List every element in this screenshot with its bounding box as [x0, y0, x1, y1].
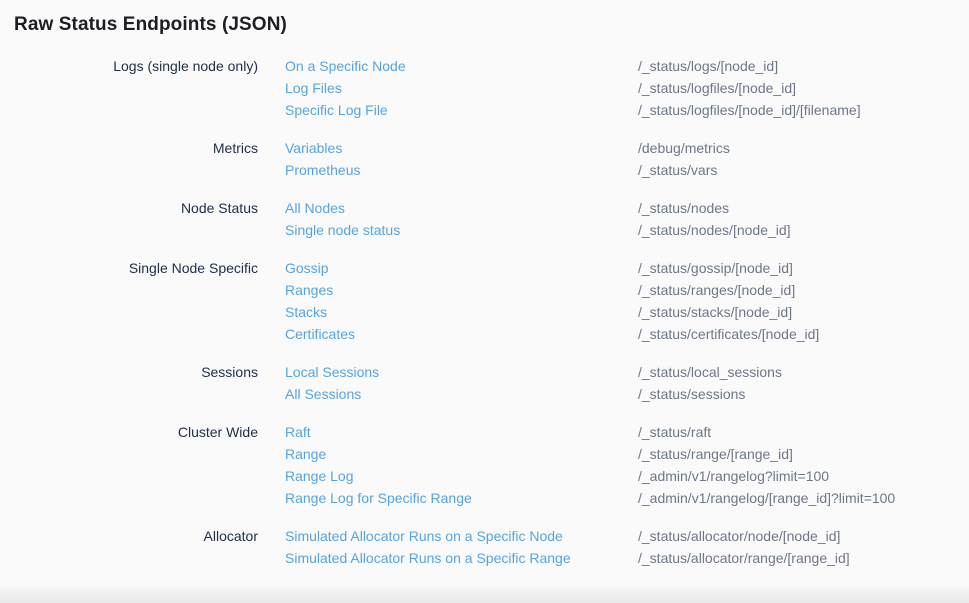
endpoint-path: /_status/local_sessions: [638, 361, 782, 383]
endpoint-link[interactable]: Ranges: [285, 279, 638, 301]
section-rows: Gossip /_status/gossip/[node_id] Ranges …: [285, 257, 819, 345]
footer-strip: [0, 587, 969, 603]
endpoint-link[interactable]: Variables: [285, 137, 638, 159]
section-rows: On a Specific Node /_status/logs/[node_i…: [285, 55, 861, 121]
endpoint-path: /_status/allocator/node/[node_id]: [638, 525, 840, 547]
endpoint-row: Stacks /_status/stacks/[node_id]: [285, 301, 819, 323]
endpoint-row: Gossip /_status/gossip/[node_id]: [285, 257, 819, 279]
section-category-label: Single Node Specific: [0, 257, 258, 279]
endpoint-section: Cluster Wide Raft /_status/raft Range /_…: [0, 421, 969, 509]
endpoint-link[interactable]: On a Specific Node: [285, 55, 638, 77]
endpoint-row: All Nodes /_status/nodes: [285, 197, 791, 219]
endpoint-row: Log Files /_status/logfiles/[node_id]: [285, 77, 861, 99]
endpoint-row: Single node status /_status/nodes/[node_…: [285, 219, 791, 241]
endpoint-link[interactable]: Certificates: [285, 323, 638, 345]
endpoint-path: /_status/certificates/[node_id]: [638, 323, 819, 345]
endpoint-row: All Sessions /_status/sessions: [285, 383, 782, 405]
section-category-label: Cluster Wide: [0, 421, 258, 443]
endpoint-link[interactable]: Range Log for Specific Range: [285, 487, 638, 509]
endpoint-section: Metrics Variables /debug/metrics Prometh…: [0, 137, 969, 181]
endpoint-link[interactable]: Gossip: [285, 257, 638, 279]
section-category-label: Logs (single node only): [0, 55, 258, 77]
endpoint-row: Range /_status/range/[range_id]: [285, 443, 895, 465]
endpoint-link[interactable]: Specific Log File: [285, 99, 638, 121]
endpoint-row: Ranges /_status/ranges/[node_id]: [285, 279, 819, 301]
endpoint-link[interactable]: Raft: [285, 421, 638, 443]
endpoint-link[interactable]: Simulated Allocator Runs on a Specific N…: [285, 525, 638, 547]
endpoint-section: Logs (single node only) On a Specific No…: [0, 55, 969, 121]
endpoint-section: Node Status All Nodes /_status/nodes Sin…: [0, 197, 969, 241]
section-category-label: Node Status: [0, 197, 258, 219]
section-category-label: Sessions: [0, 361, 258, 383]
endpoint-row: Range Log for Specific Range /_admin/v1/…: [285, 487, 895, 509]
endpoint-path: /_status/range/[range_id]: [638, 443, 793, 465]
endpoint-row: Range Log /_admin/v1/rangelog?limit=100: [285, 465, 895, 487]
endpoint-path: /_status/vars: [638, 159, 717, 181]
endpoint-row: Variables /debug/metrics: [285, 137, 730, 159]
endpoint-link[interactable]: Range Log: [285, 465, 638, 487]
endpoint-path: /_status/sessions: [638, 383, 745, 405]
endpoint-link[interactable]: Stacks: [285, 301, 638, 323]
section-category-label: Allocator: [0, 525, 258, 547]
endpoint-link[interactable]: Local Sessions: [285, 361, 638, 383]
endpoint-row: Simulated Allocator Runs on a Specific N…: [285, 525, 850, 547]
endpoint-link[interactable]: All Sessions: [285, 383, 638, 405]
page-title: Raw Status Endpoints (JSON): [14, 13, 969, 37]
section-rows: Simulated Allocator Runs on a Specific N…: [285, 525, 850, 569]
endpoint-link[interactable]: Simulated Allocator Runs on a Specific R…: [285, 547, 638, 569]
endpoint-link[interactable]: Log Files: [285, 77, 638, 99]
section-rows: Raft /_status/raft Range /_status/range/…: [285, 421, 895, 509]
endpoint-path: /_admin/v1/rangelog?limit=100: [638, 465, 829, 487]
endpoint-section: Single Node Specific Gossip /_status/gos…: [0, 257, 969, 345]
endpoint-link[interactable]: Range: [285, 443, 638, 465]
endpoint-link[interactable]: Single node status: [285, 219, 638, 241]
endpoint-section: Sessions Local Sessions /_status/local_s…: [0, 361, 969, 405]
endpoint-path: /_status/nodes/[node_id]: [638, 219, 791, 241]
endpoint-section: Allocator Simulated Allocator Runs on a …: [0, 525, 969, 569]
endpoint-path: /_admin/v1/rangelog/[range_id]?limit=100: [638, 487, 895, 509]
endpoint-path: /_status/logs/[node_id]: [638, 55, 778, 77]
endpoint-row: Certificates /_status/certificates/[node…: [285, 323, 819, 345]
endpoint-path: /_status/ranges/[node_id]: [638, 279, 795, 301]
endpoint-path: /_status/nodes: [638, 197, 729, 219]
endpoint-path: /_status/raft: [638, 421, 711, 443]
endpoint-path: /_status/logfiles/[node_id]: [638, 77, 796, 99]
endpoint-path: /_status/allocator/range/[range_id]: [638, 547, 850, 569]
endpoint-row: Local Sessions /_status/local_sessions: [285, 361, 782, 383]
endpoint-link[interactable]: Prometheus: [285, 159, 638, 181]
endpoint-path: /_status/logfiles/[node_id]/[filename]: [638, 99, 861, 121]
endpoint-link[interactable]: All Nodes: [285, 197, 638, 219]
endpoint-row: Specific Log File /_status/logfiles/[nod…: [285, 99, 861, 121]
endpoint-path: /_status/gossip/[node_id]: [638, 257, 793, 279]
endpoint-row: Simulated Allocator Runs on a Specific R…: [285, 547, 850, 569]
section-rows: All Nodes /_status/nodes Single node sta…: [285, 197, 791, 241]
endpoint-row: Raft /_status/raft: [285, 421, 895, 443]
endpoint-path: /_status/stacks/[node_id]: [638, 301, 792, 323]
endpoint-row: On a Specific Node /_status/logs/[node_i…: [285, 55, 861, 77]
endpoint-sections: Logs (single node only) On a Specific No…: [0, 55, 969, 569]
raw-status-endpoints-page: Raw Status Endpoints (JSON) Logs (single…: [0, 0, 969, 603]
section-rows: Local Sessions /_status/local_sessions A…: [285, 361, 782, 405]
endpoint-row: Prometheus /_status/vars: [285, 159, 730, 181]
section-rows: Variables /debug/metrics Prometheus /_st…: [285, 137, 730, 181]
endpoint-path: /debug/metrics: [638, 137, 730, 159]
section-category-label: Metrics: [0, 137, 258, 159]
